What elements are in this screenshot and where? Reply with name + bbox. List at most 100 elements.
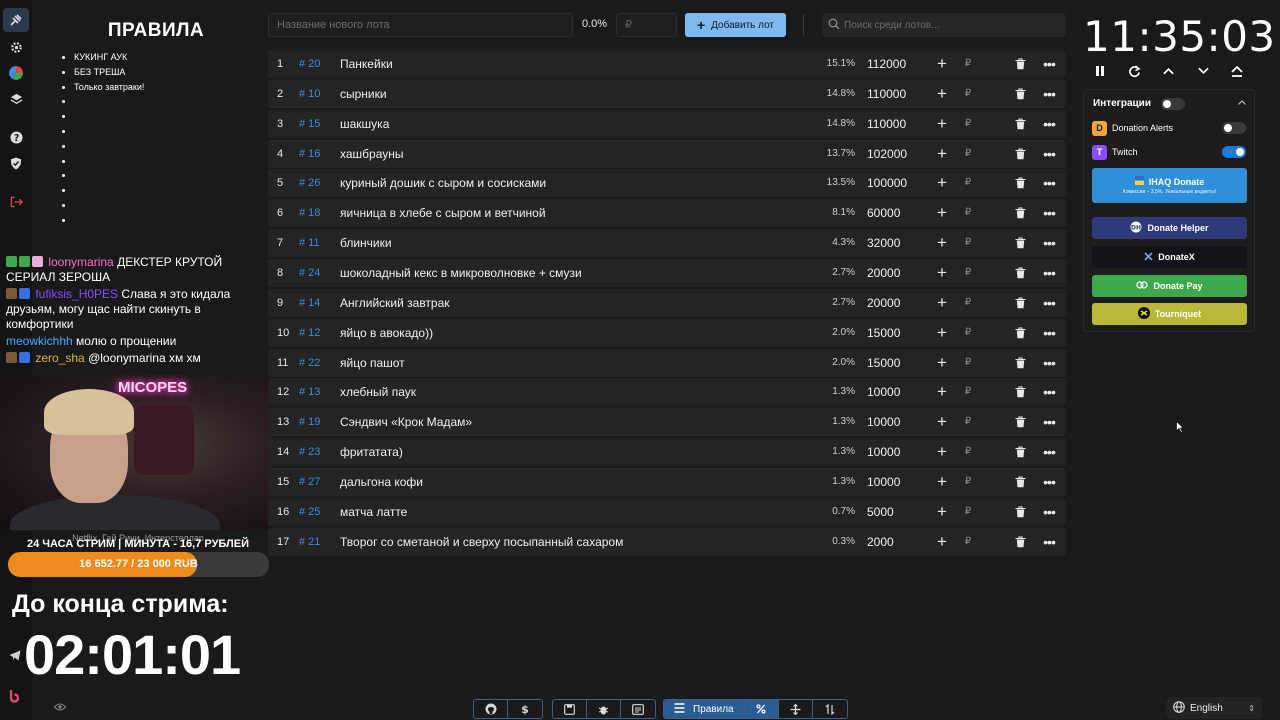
add-amount-icon[interactable]: + [935,349,949,377]
lot-row[interactable]: 4 # 16 хашбрауны 13.7% 102000 + ₽ ••• [268,139,1066,168]
rub-icon[interactable]: ₽ [962,110,974,138]
lot-id[interactable]: # 13 [299,378,320,406]
lot-id[interactable]: # 10 [299,80,320,108]
save-icon[interactable] [553,700,587,718]
lot-row[interactable]: 10 # 12 яйцо в авокадо)) 2.0% 15000 + ₽ ••• [268,318,1066,347]
lot-amount[interactable]: 110000 [867,110,906,138]
lot-amount[interactable]: 10000 [867,468,900,496]
rules-toggle-button[interactable]: Правила [664,700,745,718]
lot-id[interactable]: # 22 [299,349,320,377]
github-icon[interactable] [474,700,508,718]
more-menu-icon[interactable]: ••• [1042,438,1056,466]
rub-icon[interactable]: ₽ [962,378,974,406]
lot-name[interactable]: шакшука [340,110,389,138]
more-menu-icon[interactable]: ••• [1042,140,1056,168]
add-amount-icon[interactable]: + [935,378,949,406]
rub-icon[interactable]: ₽ [962,319,974,347]
lot-id[interactable]: # 15 [299,110,320,138]
rub-icon[interactable]: ₽ [962,140,974,168]
lot-row[interactable]: 1 # 20 Панкейки 15.1% 112000 + ₽ ••• [268,50,1066,78]
lot-name[interactable]: матча латте [340,498,407,526]
trash-icon[interactable] [1015,297,1027,309]
more-menu-icon[interactable]: ••• [1042,468,1056,496]
more-menu-icon[interactable]: ••• [1042,169,1056,197]
lot-name[interactable]: хлебный паук [340,378,416,406]
lot-row[interactable]: 3 # 15 шакшука 14.8% 110000 + ₽ ••• [268,109,1066,138]
twitch-toggle[interactable] [1222,146,1246,158]
lot-id[interactable]: # 12 [299,319,320,347]
add-amount-icon[interactable]: + [935,50,949,78]
lot-name[interactable]: блинчики [340,229,392,257]
add-amount-icon[interactable]: + [935,498,949,526]
lot-id[interactable]: # 21 [299,528,320,556]
logout-icon[interactable] [7,193,25,211]
lot-name[interactable]: Английский завтрак [340,289,450,317]
lot-name[interactable]: Творог со сметаной и сверху посыпанный с… [340,528,623,556]
lot-row[interactable]: 2 # 10 сырники 14.8% 110000 + ₽ ••• [268,79,1066,108]
more-menu-icon[interactable]: ••• [1042,50,1056,78]
more-menu-icon[interactable]: ••• [1042,408,1056,436]
trash-icon[interactable] [1015,148,1027,160]
lot-amount[interactable]: 32000 [867,229,900,257]
ihaq-donate-button[interactable]: IHAQ Donate Комиссия – 3,5%. Уникальные … [1092,168,1247,203]
percent-toggle-icon[interactable] [744,700,779,718]
lot-row[interactable]: 9 # 14 Английский завтрак 2.7% 20000 + ₽ ••• [268,288,1066,317]
rub-icon[interactable]: ₽ [962,468,974,496]
rub-icon[interactable]: ₽ [962,259,974,287]
trash-icon[interactable] [1015,177,1027,189]
new-lot-name-input[interactable] [268,13,573,37]
trash-icon[interactable] [1015,237,1027,249]
lot-row[interactable]: 14 # 23 фритатата) 1.3% 10000 + ₽ ••• [268,438,1066,467]
lot-amount[interactable]: 20000 [867,289,900,317]
donate-dollar-icon[interactable]: $ [508,700,542,718]
lot-row[interactable]: 5 # 26 куриный дошик с сыром и сосисками 13… [268,169,1066,198]
history-list-icon[interactable] [621,700,655,718]
rub-icon[interactable]: ₽ [962,169,974,197]
wheel-icon[interactable] [7,64,25,82]
lot-name[interactable]: Панкейки [340,50,393,78]
donate-helper-button[interactable]: DH Donate Helper [1092,217,1247,239]
shield-icon[interactable] [7,154,25,172]
auction-icon[interactable] [3,8,29,32]
double-chevron-up-icon[interactable] [1229,63,1245,79]
lot-row[interactable]: 16 # 25 матча латте 0.7% 5000 + ₽ ••• [268,497,1066,526]
lot-id[interactable]: # 20 [299,50,320,78]
rub-icon[interactable]: ₽ [962,498,974,526]
search-input[interactable] [844,13,1060,37]
lot-id[interactable]: # 25 [299,498,320,526]
lot-row[interactable]: 13 # 19 Сэндвич «Крок Мадам» 1.3% 10000 + ₽ ••• [268,408,1066,437]
lot-row[interactable]: 6 # 18 яичница в хлебе с сыром и ветчиной 8… [268,199,1066,228]
add-amount-icon[interactable]: + [935,319,949,347]
layers-icon[interactable] [7,90,25,108]
lot-amount[interactable]: 110000 [867,80,906,108]
integrations-toggle[interactable] [1161,98,1185,110]
rub-icon[interactable]: ₽ [962,528,974,556]
add-amount-icon[interactable]: + [935,468,949,496]
trash-icon[interactable] [1015,476,1027,488]
lot-row[interactable]: 17 # 21 Творог со сметаной и сверху посыпа… [268,527,1066,556]
settings-gear-icon[interactable] [7,38,25,56]
lot-id[interactable]: # 19 [299,408,320,436]
pause-icon[interactable] [1092,63,1108,79]
lot-row[interactable]: 12 # 13 хлебный паук 1.3% 10000 + ₽ ••• [268,378,1066,407]
donation-alerts-toggle[interactable] [1222,122,1246,134]
lot-name[interactable]: яичница в хлебе с сыром и ветчиной [340,199,546,227]
add-amount-icon[interactable]: + [935,229,949,257]
more-menu-icon[interactable]: ••• [1042,498,1056,526]
more-menu-icon[interactable]: ••• [1042,259,1056,287]
lot-name[interactable]: куриный дошик с сыром и сосисками [340,169,546,197]
more-menu-icon[interactable]: ••• [1042,289,1056,317]
lot-id[interactable]: # 14 [299,289,320,317]
lot-amount[interactable]: 60000 [867,199,900,227]
more-menu-icon[interactable]: ••• [1042,229,1056,257]
more-menu-icon[interactable]: ••• [1042,199,1056,227]
rub-icon[interactable]: ₽ [962,199,974,227]
trash-icon[interactable] [1015,267,1027,279]
trash-icon[interactable] [1015,118,1027,130]
restart-icon[interactable] [1126,63,1142,79]
add-amount-icon[interactable]: + [935,528,949,556]
help-icon[interactable]: ? [7,128,25,146]
add-amount-icon[interactable]: + [935,169,949,197]
lot-amount[interactable]: 2000 [867,528,894,556]
chevron-up-icon[interactable] [1160,63,1176,79]
